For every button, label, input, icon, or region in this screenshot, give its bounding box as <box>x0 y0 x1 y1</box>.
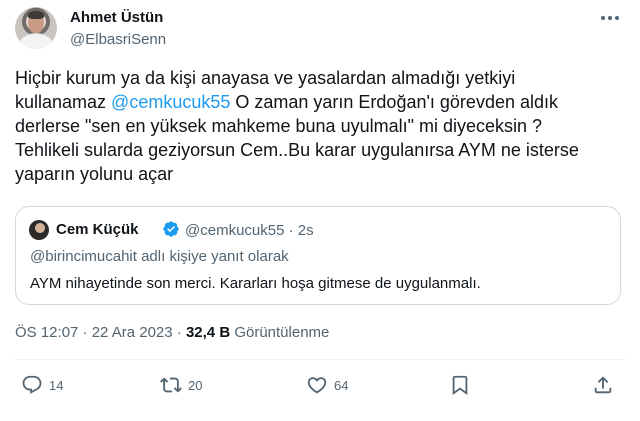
views-label: Görüntülenme <box>230 324 330 341</box>
tweet-text-fragment: O zaman yarın Erdoğan'ı görevden aldık <box>230 92 558 112</box>
tweet-meta: ÖS 12:07 · 22 Ara 2023 · 32,4 B Görüntül… <box>15 324 329 341</box>
quoted-tweet[interactable]: Cem Küçük @cemkucuk55 · 2s @birincimucah… <box>15 206 621 305</box>
tweet-line: derlerse "sen en yüksek mahkeme buna uyu… <box>15 116 543 136</box>
avatar-hair <box>28 11 44 19</box>
divider <box>15 359 625 360</box>
tweet-line: Tehlikeli sularda geziyorsun Cem..Bu kar… <box>15 140 579 160</box>
like-button[interactable]: 64 <box>306 373 348 397</box>
author-avatar[interactable] <box>15 7 57 49</box>
retweet-icon <box>160 377 182 393</box>
verified-badge-icon <box>163 221 179 237</box>
like-icon <box>307 377 327 394</box>
tweet-line: kullanamaz @cemkucuk55 O zaman yarın Erd… <box>15 90 615 114</box>
author-name[interactable]: Ahmet Üstün <box>70 9 163 26</box>
more-options-icon[interactable] <box>598 8 622 28</box>
bookmark-icon <box>452 375 468 396</box>
reply-count: 14 <box>49 377 64 393</box>
retweet-button[interactable]: 20 <box>160 373 202 397</box>
quoted-author-name[interactable]: Cem Küçük <box>56 221 139 238</box>
avatar-shoulders <box>19 33 53 49</box>
tweet-text: Hiçbir kurum ya da kişi anayasa ve yasal… <box>15 66 615 186</box>
reply-context: @birincimucahit adlı kişiye yanıt olarak <box>30 248 289 265</box>
tweet-line: Hiçbir kurum ya da kişi anayasa ve yasal… <box>15 68 516 88</box>
tweet-line: yaparın yolunu açar <box>15 164 174 184</box>
tweet-text-fragment: kullanamaz <box>15 92 112 112</box>
share-icon <box>594 376 612 394</box>
quoted-handle-time: @cemkucuk55 · 2s <box>185 222 314 239</box>
retweet-count: 20 <box>188 377 203 393</box>
quoted-text: AYM nihayetinde son merci. Kararları hoş… <box>30 275 481 292</box>
share-button[interactable] <box>592 373 614 397</box>
like-count: 64 <box>334 377 349 393</box>
author-handle[interactable]: @ElbasriSenn <box>70 31 166 48</box>
quoted-author-avatar[interactable] <box>29 220 49 240</box>
mention-link[interactable]: @cemkucuk55 <box>111 92 230 112</box>
views-count: 32,4 B <box>185 324 231 341</box>
tweet-card: Ahmet Üstün @ElbasriSenn Hiçbir kurum ya… <box>0 0 640 421</box>
reply-icon <box>22 375 42 394</box>
bookmark-button[interactable] <box>449 373 471 397</box>
reply-button[interactable]: 14 <box>21 373 63 397</box>
timestamp[interactable]: ÖS 12:07 · 22 Ara 2023 · <box>15 324 186 341</box>
